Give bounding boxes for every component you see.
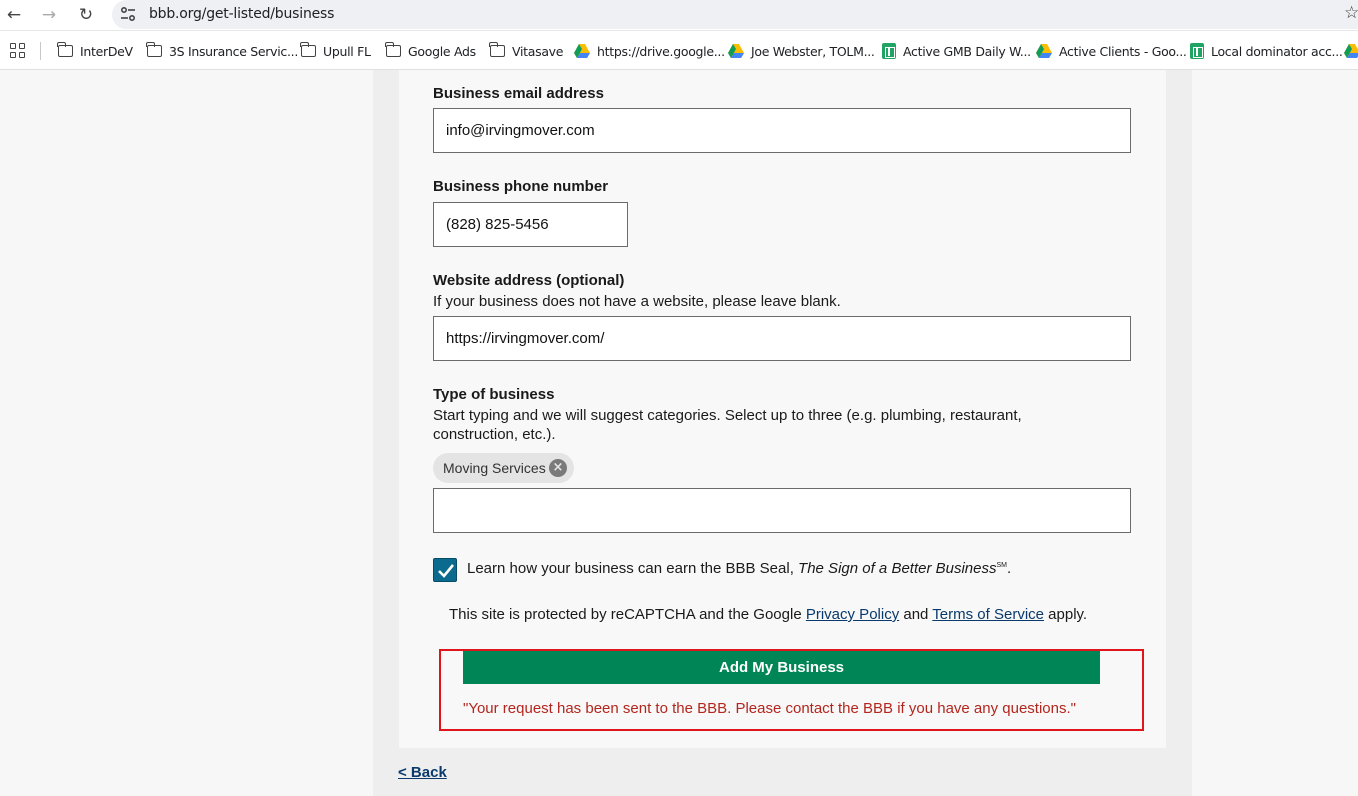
url-text[interactable]: bbb.org/get-listed/business bbox=[149, 6, 334, 22]
bookmark-label: Vitasave bbox=[512, 43, 564, 59]
recaptcha-suffix: apply. bbox=[1044, 606, 1088, 623]
bookmark-label: InterDeV bbox=[80, 43, 133, 59]
bookmark-item[interactable]: Vitasave bbox=[489, 42, 564, 60]
bookmark-item-overflow[interactable] bbox=[1344, 42, 1358, 60]
forward-arrow-icon[interactable]: → bbox=[38, 4, 60, 26]
google-sheets-icon bbox=[882, 43, 896, 59]
google-drive-icon bbox=[1036, 44, 1052, 58]
bookmark-item[interactable]: Google Ads bbox=[385, 42, 476, 60]
google-drive-icon bbox=[728, 44, 744, 58]
business-type-hint: Start typing and we will suggest categor… bbox=[433, 407, 1022, 424]
website-hint: If your business does not have a website… bbox=[433, 293, 841, 310]
terms-of-service-link[interactable]: Terms of Service bbox=[932, 606, 1044, 623]
bookmark-star-icon[interactable]: ☆ bbox=[1344, 3, 1358, 23]
phone-field[interactable]: (828) 825-5456 bbox=[433, 202, 628, 247]
recaptcha-notice: This site is protected by reCAPTCHA and … bbox=[449, 606, 1087, 623]
back-link[interactable]: < Back bbox=[398, 764, 447, 781]
bookmark-label: https://drive.google... bbox=[597, 43, 725, 59]
category-chip-label: Moving Services bbox=[443, 460, 546, 476]
website-label: Website address (optional) bbox=[433, 272, 625, 289]
confirmation-message: "Your request has been sent to the BBB. … bbox=[463, 700, 1076, 717]
seal-checkbox-label[interactable]: Learn how your business can earn the BBB… bbox=[467, 560, 1011, 577]
apps-grid-icon[interactable] bbox=[10, 43, 25, 58]
recaptcha-text: This site is protected by reCAPTCHA and … bbox=[449, 606, 806, 623]
folder-icon bbox=[489, 42, 505, 57]
bookmark-item[interactable]: InterDeV bbox=[57, 42, 133, 60]
google-drive-icon bbox=[574, 44, 590, 58]
folder-icon bbox=[57, 42, 73, 57]
bookmark-label: 3S Insurance Servic... bbox=[169, 43, 298, 59]
add-my-business-button[interactable]: Add My Business bbox=[463, 651, 1100, 684]
email-field[interactable]: info@irvingmover.com bbox=[433, 108, 1131, 153]
bookmark-item[interactable]: Upull FL bbox=[300, 42, 371, 60]
bookmark-item[interactable]: Local dominator acc... bbox=[1190, 42, 1343, 60]
back-arrow-icon[interactable]: ← bbox=[3, 4, 25, 26]
bookmark-label: Joe Webster, TOLM... bbox=[751, 43, 875, 59]
bookmark-label: Upull FL bbox=[323, 43, 371, 59]
seal-checkbox[interactable] bbox=[433, 558, 457, 582]
bookmark-item[interactable]: Active GMB Daily W... bbox=[882, 42, 1031, 60]
bookmark-item[interactable]: Active Clients - Goo... bbox=[1036, 42, 1187, 60]
folder-icon bbox=[146, 42, 162, 57]
google-sheets-icon bbox=[1190, 43, 1204, 59]
bookmarks-divider bbox=[40, 42, 41, 60]
email-label: Business email address bbox=[433, 85, 604, 102]
bookmark-label: Local dominator acc... bbox=[1211, 43, 1343, 59]
service-mark: SM bbox=[996, 562, 1008, 569]
folder-icon bbox=[300, 42, 316, 57]
browser-address-bar: ← → ↻ bbb.org/get-listed/business ☆ bbox=[0, 0, 1358, 31]
bookmark-item[interactable]: 3S Insurance Servic... bbox=[146, 42, 298, 60]
page-content: Business email address info@irvingmover.… bbox=[0, 70, 1358, 796]
bookmark-label: Active Clients - Goo... bbox=[1059, 43, 1187, 59]
bookmark-item[interactable]: https://drive.google... bbox=[574, 42, 725, 60]
seal-label-text: Learn how your business can earn the BBB… bbox=[467, 560, 799, 577]
seal-slogan: The Sign of a Better Business bbox=[798, 560, 997, 577]
checkmark-icon bbox=[438, 564, 455, 578]
seal-label-suffix: . bbox=[1007, 560, 1012, 577]
bookmark-label: Google Ads bbox=[408, 43, 476, 59]
business-type-label: Type of business bbox=[433, 386, 555, 403]
folder-icon bbox=[385, 42, 401, 57]
bookmark-label: Active GMB Daily W... bbox=[903, 43, 1031, 59]
recaptcha-and: and bbox=[899, 606, 933, 623]
bookmark-item[interactable]: Joe Webster, TOLM... bbox=[728, 42, 875, 60]
site-info-icon[interactable] bbox=[120, 6, 136, 22]
reload-icon[interactable]: ↻ bbox=[75, 4, 97, 26]
privacy-policy-link[interactable]: Privacy Policy bbox=[806, 606, 899, 623]
business-type-hint-continued: construction, etc.). bbox=[433, 426, 556, 443]
phone-label: Business phone number bbox=[433, 178, 609, 195]
website-field[interactable]: https://irvingmover.com/ bbox=[433, 316, 1131, 361]
bookmarks-bar: InterDeV 3S Insurance Servic... Upull FL… bbox=[0, 31, 1358, 70]
business-type-input[interactable] bbox=[433, 488, 1131, 533]
remove-category-icon[interactable]: × bbox=[549, 459, 567, 477]
google-drive-icon bbox=[1344, 44, 1358, 58]
category-chip: Moving Services × bbox=[433, 453, 574, 483]
